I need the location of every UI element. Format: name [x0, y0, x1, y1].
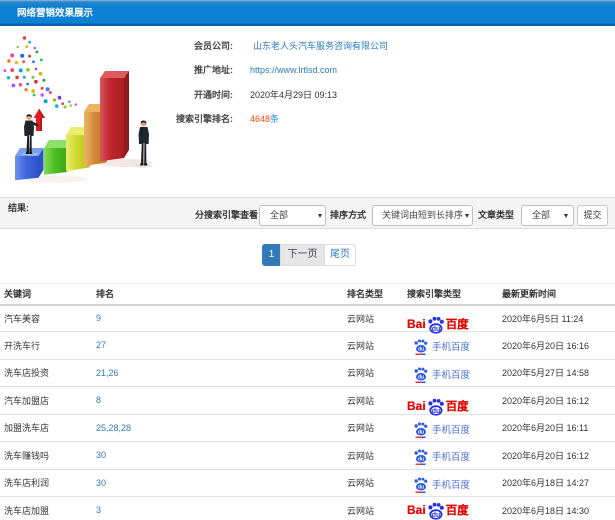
svg-text:du: du — [418, 429, 424, 435]
svg-text:du: du — [418, 374, 424, 380]
svg-text:du: du — [418, 347, 424, 353]
svg-text:du: du — [418, 457, 424, 463]
svg-text:du: du — [418, 484, 424, 490]
svg-text:du: du — [432, 408, 441, 415]
svg-text:du: du — [432, 512, 441, 519]
svg-text:du: du — [432, 326, 441, 333]
